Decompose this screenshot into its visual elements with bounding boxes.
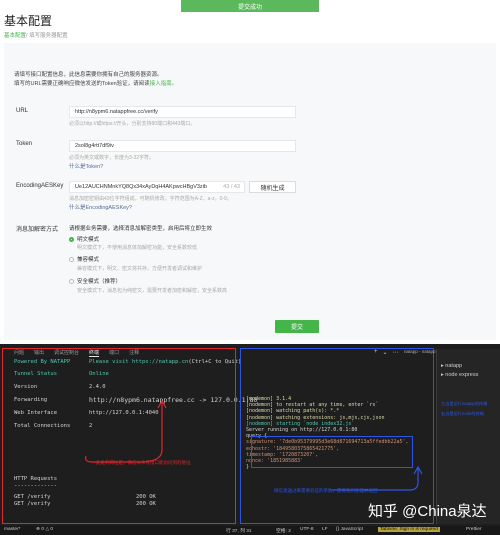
plaintext-desc: 明文模式下，不使用消息体加解密功能，安全系数较低 [77, 245, 198, 251]
token-hint: 必须为英文或数字，长度为3-32字符。 [69, 155, 155, 161]
problems-count[interactable]: ⊗ 0 △ 0 [36, 527, 53, 532]
language-mode[interactable]: {} JavaScript [336, 527, 363, 532]
watermark: 知乎 @China泉达 [368, 503, 487, 520]
terminal-list-panel: ▸ natapp ▸ node express 左边是运行natapp的终端 右… [436, 349, 500, 524]
terminal-toolbar: + ⌄ ⋯ [374, 349, 399, 356]
breadcrumb: 基本配置/ 填写服务器配置 [4, 31, 68, 39]
screenshot: 提交成功 基本配置 基本配置/ 填写服务器配置 请填写接口配置信息，此信息需要你… [0, 0, 500, 535]
git-branch[interactable]: master* [4, 527, 21, 532]
radio-compatible-mode[interactable]: 兼容模式 [69, 255, 99, 263]
process-natapp[interactable]: ▸ natapp [441, 363, 462, 369]
aeskey-label: EncodingAESKey [16, 183, 64, 189]
url-label: URL [16, 108, 29, 114]
tabnine-status[interactable]: Tabnine: Sign in is required [378, 527, 440, 532]
blue-annotation-right-1: 左边是运行natapp的终端 [441, 401, 488, 406]
intro-line-2-text: 填写的URL需要正确响应微信发送的Token验证，请阅读 [14, 81, 150, 87]
nodemon-line-4: [nodemon] watching extensions: js,mjs,cj… [246, 414, 385, 421]
url-input[interactable]: http://n8ypm6.natappfree.cc/verify [69, 106, 296, 118]
secure-desc: 安全模式下，消息包为纯密文，需要开发者加密和解密，安全系数高 [77, 288, 228, 294]
success-toast: 提交成功 [181, 0, 319, 12]
breadcrumb-basic-config-link[interactable]: 基本配置 [4, 33, 26, 39]
red-annotation-text: 此处的网址是，微信公众号接口能访问到的地址 [96, 460, 191, 465]
line-ending[interactable]: LF [322, 527, 328, 532]
intro-text: 请填写接口配置信息，此信息需要你拥有自己的服务器资源。 填写的URL需要正确响应… [14, 71, 177, 89]
what-is-aeskey-link[interactable]: 什么是EncodingAESKey? [69, 203, 132, 211]
process-node-label: node express [445, 372, 479, 378]
panel-title: natapp - natapp [404, 349, 436, 354]
prettier-status[interactable]: Prettier [466, 527, 481, 532]
encryption-prompt: 请根据业务需要，选择消息加解密类型，启用后将立即生效 [69, 226, 213, 232]
status-bar: master* ⊗ 0 △ 0 行 37, 列 31 空格: 2 UTF-8 L… [0, 526, 500, 535]
breadcrumb-current: 填写服务器配置 [29, 33, 68, 39]
intro-line-2: 填写的URL需要正确响应微信发送的Token验证，请阅读接入指南。 [14, 80, 177, 89]
radio-secure-label: 安全模式（推荐） [77, 279, 122, 285]
aeskey-char-count: 43 / 43 [223, 184, 240, 190]
radio-unselected-icon [69, 256, 74, 262]
radio-compatible-label: 兼容模式 [77, 257, 100, 263]
intro-line-1: 请填写接口配置信息，此信息需要你拥有自己的服务器资源。 [14, 72, 163, 78]
url-hint: 必须以http://或https://开头，分别支持80端口和443端口。 [69, 121, 196, 127]
indent-spaces[interactable]: 空格: 2 [276, 527, 291, 534]
radio-unselected-icon [69, 278, 74, 284]
radio-secure-mode[interactable]: 安全模式（推荐） [69, 277, 121, 285]
token-input[interactable]: 2sol8g4rtt7df9iv [69, 140, 296, 152]
token-label: Token [16, 141, 33, 147]
radio-plaintext-label: 明文模式 [77, 237, 100, 243]
split-terminal-icon[interactable]: ⌄ [383, 349, 388, 356]
cursor-position[interactable]: 行 37, 列 31 [226, 527, 252, 534]
query-params-highlight-box [251, 436, 413, 468]
blue-annotation-right-2: 右边是运行node的终端 [441, 411, 484, 416]
aeskey-input[interactable]: Ue12AUCHNMnkYQ8Qx34xAyDqH4AKpwcHBgV3zib … [69, 181, 245, 193]
radio-selected-icon [69, 236, 74, 242]
breadcrumb-separator: / [26, 33, 28, 39]
access-guide-link[interactable]: 接入指南。 [150, 81, 178, 87]
aeskey-value: Ue12AUCHNMnkYQ8Qx34xAyDqH4AKpwcHBgV3zib [75, 184, 207, 190]
file-encoding[interactable]: UTF-8 [300, 527, 314, 532]
compatible-desc: 兼容模式下，明文、密文将共存，方便开发者调试和维护 [77, 266, 203, 272]
more-actions-icon[interactable]: ⋯ [393, 349, 399, 356]
submit-button[interactable]: 提交 [275, 320, 319, 333]
process-natapp-label: natapp [445, 363, 463, 369]
random-generate-button[interactable]: 随机生成 [249, 181, 296, 193]
aeskey-hint: 消息加密密钥由43位字符组成，可随机修改，字符范围为A-Z，a-z，0-9。 [69, 196, 232, 202]
blue-annotation-bottom-text: 微信发送过来需要验证的参数，需要我们处理并返回 [274, 488, 378, 493]
encryption-label: 消息加解密方式 [16, 227, 59, 233]
what-is-token-link[interactable]: 什么是Token? [69, 162, 103, 170]
add-terminal-icon[interactable]: + [374, 349, 378, 356]
process-node-express[interactable]: ▸ node express [441, 372, 478, 378]
page-title: 基本配置 [4, 14, 53, 28]
radio-plaintext-mode[interactable]: 明文模式 [69, 235, 99, 243]
